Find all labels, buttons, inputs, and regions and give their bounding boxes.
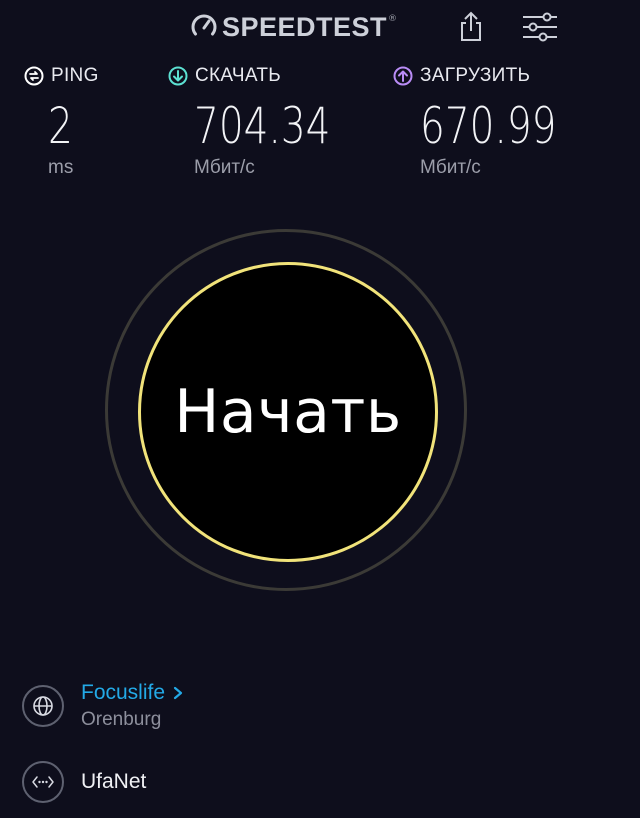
server-dots-icon: [32, 776, 54, 788]
ping-unit: ms: [48, 157, 74, 178]
upload-unit: Мбит/с: [420, 157, 481, 178]
provider-location: Orenburg: [81, 709, 162, 730]
start-test-button[interactable]: Начать: [138, 262, 438, 562]
provider-row[interactable]: Focuslife Orenburg: [22, 681, 185, 731]
server-icon-circle: [22, 761, 64, 803]
download-label: СКАЧАТЬ: [195, 65, 282, 86]
ping-header: PING: [24, 60, 99, 92]
server-name: UfaNet: [81, 770, 147, 793]
download-metric: СКАЧАТЬ 704.34 Мбит/с: [168, 60, 369, 179]
ping-label: PING: [51, 65, 99, 86]
chevron-right-icon: [173, 686, 183, 700]
upload-header: ЗАГРУЗИТЬ: [393, 60, 595, 92]
logo-text: SPEEDTEST: [222, 11, 388, 42]
server-row[interactable]: UfaNet: [22, 761, 146, 803]
start-button-label: Начать: [174, 377, 402, 447]
download-unit: Мбит/с: [194, 157, 255, 178]
share-icon: [461, 11, 481, 41]
share-button[interactable]: [454, 8, 488, 46]
download-value: 704.34: [194, 97, 331, 155]
ping-icon: [24, 66, 44, 86]
trademark-mark: ®: [388, 14, 398, 24]
provider-name: Focuslife: [81, 681, 166, 704]
speedtest-logo: SPEEDTEST ®: [190, 10, 397, 44]
globe-icon: [33, 696, 53, 716]
download-header: СКАЧАТЬ: [168, 60, 369, 92]
upload-value: 670.99: [420, 97, 557, 155]
sliders-icon: [523, 12, 557, 42]
settings-button[interactable]: [519, 10, 561, 44]
server-text: UfaNet: [81, 770, 146, 794]
upload-metric: ЗАГРУЗИТЬ 670.99 Мбит/с: [393, 60, 595, 179]
upload-label: ЗАГРУЗИТЬ: [420, 65, 531, 86]
ping-metric: PING 2 ms: [24, 60, 99, 179]
provider-text: Focuslife Orenburg: [81, 681, 185, 731]
download-arrow-icon: [168, 66, 188, 86]
speedometer-icon: [191, 14, 217, 36]
ping-value: 2: [48, 97, 73, 155]
provider-name-line: Focuslife: [81, 681, 185, 705]
provider-icon-circle: [22, 685, 64, 727]
upload-arrow-icon: [393, 66, 413, 86]
top-bar: SPEEDTEST ®: [0, 0, 640, 56]
